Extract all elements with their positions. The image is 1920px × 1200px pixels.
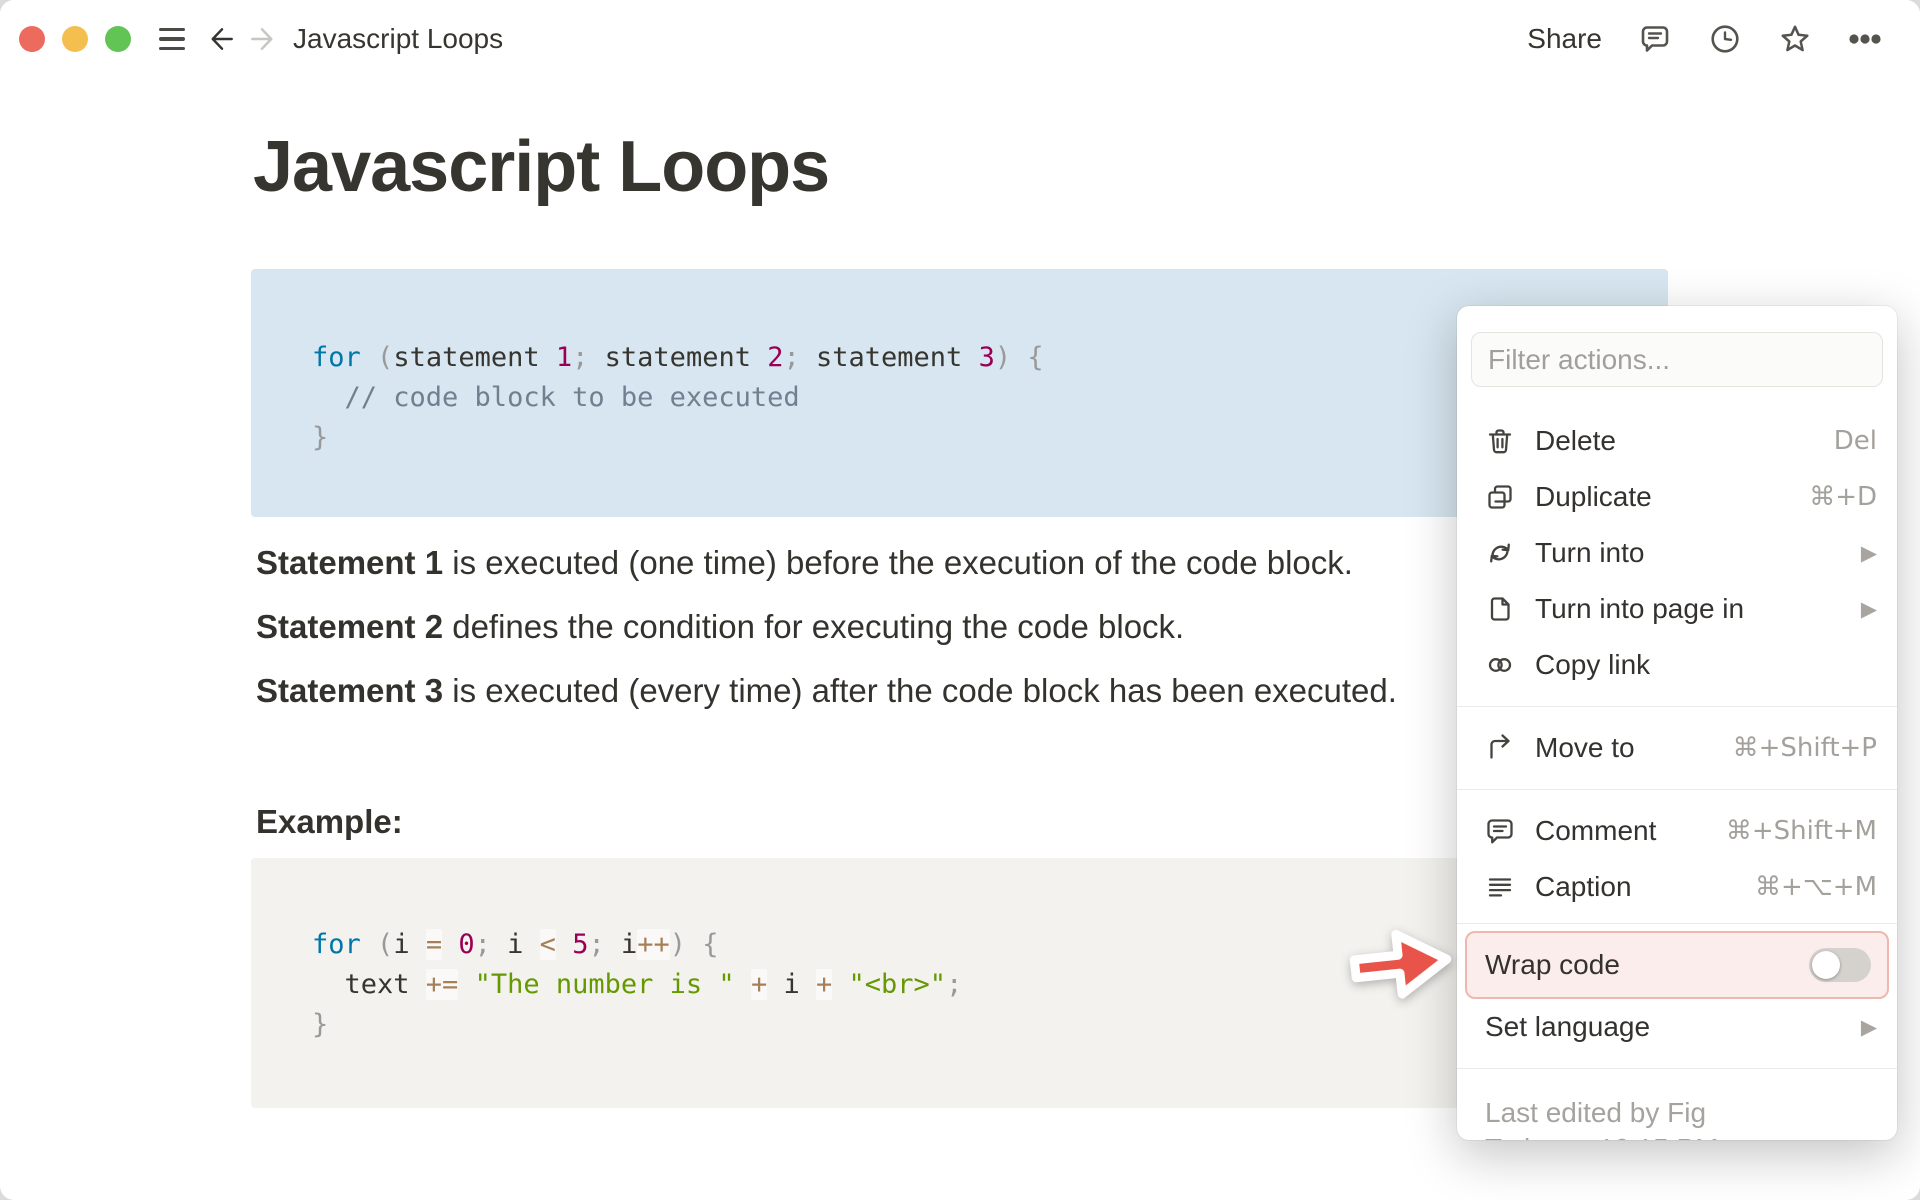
submenu-arrow-icon: ▶ (1860, 597, 1877, 621)
menu-item-label: Turn into page in (1535, 593, 1745, 624)
menu-item-shortcut: Del (1833, 426, 1877, 456)
favorite-star-icon[interactable] (1778, 22, 1812, 56)
menu-footer: Last edited by Fig Today at 10:15 PM (1457, 1082, 1897, 1140)
paragraph: Statement 1 is executed (one time) befor… (256, 544, 1353, 581)
menu-divider (1457, 923, 1897, 924)
menu-item-label: Copy link (1535, 649, 1651, 680)
menu-item-wrap-code[interactable]: Wrap code (1465, 931, 1889, 999)
sidebar-menu-icon[interactable] (159, 28, 185, 50)
page-icon (1483, 592, 1517, 626)
menu-item-label: Wrap code (1485, 949, 1620, 980)
menu-item-label: Comment (1535, 815, 1657, 846)
menu-item-shortcut: ⌘+Shift+P (1732, 733, 1877, 763)
paragraph: Statement 2 defines the condition for ex… (256, 608, 1185, 645)
app-window: Javascript Loops Share Javascript Loops … (0, 0, 1920, 1200)
menu-item-delete[interactable]: Delete Del (1457, 413, 1897, 469)
body-paragraphs: Statement 1 is executed (one time) befor… (256, 540, 1456, 732)
history-clock-icon[interactable] (1708, 22, 1742, 56)
example-label: Example: (256, 803, 403, 840)
paragraph: Statement 3 is executed (every time) aft… (256, 672, 1397, 709)
zoom-window-button[interactable] (105, 26, 131, 52)
traffic-lights (19, 26, 131, 52)
red-callout-arrow-icon (1349, 929, 1452, 999)
back-arrow-icon[interactable] (207, 24, 237, 54)
menu-item-label: Move to (1535, 732, 1635, 763)
menu-item-turn-into-page-in[interactable]: Turn into page in ▶ (1457, 581, 1897, 637)
menu-item-label: Set language (1485, 1011, 1651, 1042)
menu-item-label: Caption (1535, 871, 1632, 902)
turn-into-icon (1483, 536, 1517, 570)
submenu-arrow-icon: ▶ (1860, 541, 1877, 565)
menu-item-copy-link[interactable]: Copy link (1457, 637, 1897, 693)
menu-item-move-to[interactable]: Move to ⌘+Shift+P (1457, 720, 1897, 776)
close-window-button[interactable] (19, 26, 45, 52)
menu-divider (1457, 1068, 1897, 1069)
block-context-menu: DeleteDelDuplicate⌘+DTurn into▶Turn into… (1457, 306, 1897, 1140)
menu-footer-line: Today at 10:15 PM (1485, 1131, 1869, 1140)
window-title: Javascript Loops (293, 23, 504, 54)
submenu-arrow-icon: ▶ (1860, 1015, 1877, 1039)
caption-icon (1483, 870, 1517, 904)
menu-item-label: Turn into (1535, 537, 1645, 568)
forward-arrow-icon[interactable] (247, 24, 277, 54)
more-options-icon[interactable] (1848, 22, 1882, 56)
menu-divider (1457, 789, 1897, 790)
menu-item-turn-into[interactable]: Turn into ▶ (1457, 525, 1897, 581)
menu-item-shortcut: ⌘+D (1809, 482, 1877, 512)
filter-actions-field[interactable] (1471, 332, 1883, 387)
minimize-window-button[interactable] (62, 26, 88, 52)
menu-item-set-language[interactable]: Set language ▶ (1457, 999, 1897, 1055)
menu-divider (1457, 706, 1897, 707)
menu-item-shortcut: ⌘+⌥+M (1755, 872, 1877, 902)
menu-item-label: Delete (1535, 425, 1616, 456)
wrap-code-toggle[interactable] (1809, 948, 1871, 982)
duplicate-icon (1483, 480, 1517, 514)
link-icon (1483, 648, 1517, 682)
trash-icon (1483, 424, 1517, 458)
menu-item-comment[interactable]: Comment ⌘+Shift+M (1457, 803, 1897, 859)
comments-icon[interactable] (1638, 22, 1672, 56)
menu-item-shortcut: ⌘+Shift+M (1725, 816, 1877, 846)
menu-item-label: Duplicate (1535, 481, 1652, 512)
menu-item-caption[interactable]: Caption ⌘+⌥+M (1457, 859, 1897, 915)
filter-actions-input[interactable] (1472, 343, 1882, 376)
menu-item-duplicate[interactable]: Duplicate ⌘+D (1457, 469, 1897, 525)
code-block-selected[interactable]: for (statement 1; statement 2; statement… (251, 269, 1668, 517)
comment-icon (1483, 814, 1517, 848)
move-to-icon (1483, 731, 1517, 765)
share-button[interactable]: Share (1527, 23, 1602, 55)
page-title: Javascript Loops (253, 127, 830, 207)
titlebar: Javascript Loops Share (0, 0, 1920, 78)
menu-footer-line: Last edited by Fig (1485, 1097, 1707, 1128)
toggle-knob (1812, 951, 1840, 979)
